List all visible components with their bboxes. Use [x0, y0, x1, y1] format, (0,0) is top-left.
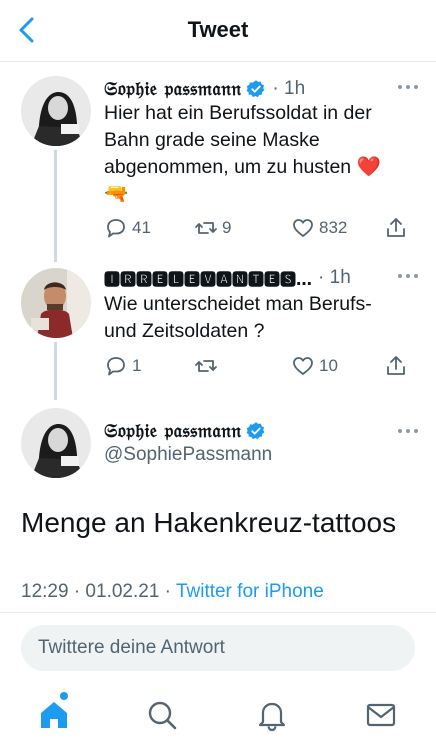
user-handle[interactable]: @SophiePassmann [104, 444, 272, 466]
share-button[interactable] [384, 352, 408, 380]
page-title: Tweet [187, 17, 249, 42]
display-name[interactable]: 𝔖𝔬𝔭𝔥𝔦𝔢 𝔭𝔞𝔰𝔰𝔪𝔞𝔫𝔫 [104, 78, 241, 100]
tweet-text: Wie unterscheidet man Berufs- und Zeitso… [104, 293, 372, 342]
like-heart-icon [293, 357, 313, 375]
verified-badge-icon [246, 80, 265, 98]
retweet-count: 9 [222, 218, 232, 237]
tweet-body: Hier hat ein Berufssoldat in der Bahn gr… [104, 102, 381, 178]
share-icon [387, 356, 405, 375]
messages-envelope-icon[interactable] [364, 698, 398, 732]
tweet-text: Hier hat ein Berufssoldat in der Bahn gr… [104, 100, 418, 208]
notifications-bell-icon[interactable] [255, 698, 289, 732]
like-count: 832 [319, 218, 348, 237]
tweet-header: 𝔖𝔬𝔭𝔥𝔦𝔢 𝔭𝔞𝔰𝔰𝔪𝔞𝔫𝔫 [104, 418, 420, 444]
like-heart-icon [293, 219, 313, 237]
thread-connector-line [54, 342, 57, 400]
tweet-time: · 1h [272, 78, 306, 99]
display-name[interactable]: 𝔖𝔬𝔭𝔥𝔦𝔢 𝔭𝔞𝔰𝔰𝔪𝔞𝔫𝔫 [104, 420, 241, 442]
like-button[interactable]: 832 [291, 214, 347, 242]
retweet-icon [195, 360, 217, 372]
reply-icon [107, 219, 125, 238]
avatar[interactable] [21, 408, 91, 478]
main-tweet-header: 𝔖𝔬𝔭𝔥𝔦𝔢 𝔭𝔞𝔰𝔰𝔪𝔞𝔫𝔫 @SophiePassmann [0, 408, 436, 478]
retweet-icon [195, 222, 217, 234]
display-name[interactable]: 🅸🆁🆁🅴🅻🅴🆅🅰🅽🆃🅴🆂… [104, 266, 312, 290]
reply-button[interactable]: 1 [104, 352, 141, 380]
verified-badge-icon [246, 422, 265, 440]
thread-connector-line [54, 150, 57, 262]
avatar[interactable] [21, 76, 91, 146]
retweet-button[interactable] [194, 352, 222, 380]
main-tweet-text: Menge an Hakenkreuz-tattoos [21, 507, 397, 538]
new-tweets-indicator-dot [60, 692, 68, 700]
tweet-header: 🅸🆁🆁🅴🅻🅴🆅🅰🅽🆃🅴🆂… · 1h [104, 265, 420, 291]
share-icon [387, 218, 405, 237]
reply-input[interactable] [21, 625, 415, 671]
reply-count: 1 [132, 356, 142, 375]
home-icon[interactable] [37, 698, 71, 732]
tweet-header: 𝔖𝔬𝔭𝔥𝔦𝔢 𝔭𝔞𝔰𝔰𝔪𝔞𝔫𝔫 · 1h [104, 76, 420, 102]
tweet-actions: 41 9 832 [104, 214, 418, 242]
reply-button[interactable]: 41 [104, 214, 151, 242]
thread-tweet-1[interactable]: 𝔖𝔬𝔭𝔥𝔦𝔢 𝔭𝔞𝔰𝔰𝔪𝔞𝔫𝔫 · 1h Hier hat ein Berufs… [0, 76, 436, 262]
source-link[interactable]: Twitter for iPhone [176, 581, 324, 602]
retweet-button[interactable]: 9 [194, 214, 231, 242]
like-count: 10 [319, 356, 338, 375]
search-icon[interactable] [145, 698, 179, 732]
avatar[interactable] [21, 268, 91, 338]
thread-tweet-2[interactable]: 🅸🆁🆁🅴🅻🅴🆅🅰🅽🆃🅴🆂… · 1h Wie unterscheidet man… [0, 265, 436, 400]
more-dots-icon[interactable] [396, 422, 420, 440]
more-dots-icon[interactable] [396, 267, 420, 285]
reply-icon [107, 357, 125, 376]
timestamp-text: 12:29 · 01.02.21 · [21, 581, 176, 602]
share-button[interactable] [384, 214, 408, 242]
reply-bar [0, 612, 436, 686]
like-button[interactable]: 10 [291, 352, 338, 380]
tweet-timestamp: 12:29 · 01.02.21 · Twitter for iPhone [21, 581, 324, 603]
tweet-emoji: 🔫 [104, 183, 129, 205]
tweet-actions: 1 10 [104, 352, 418, 380]
tweet-time: · 1h [318, 267, 351, 288]
reply-count: 41 [132, 218, 151, 237]
more-dots-icon[interactable] [396, 78, 420, 96]
top-navigation-bar: Tweet [0, 0, 436, 62]
